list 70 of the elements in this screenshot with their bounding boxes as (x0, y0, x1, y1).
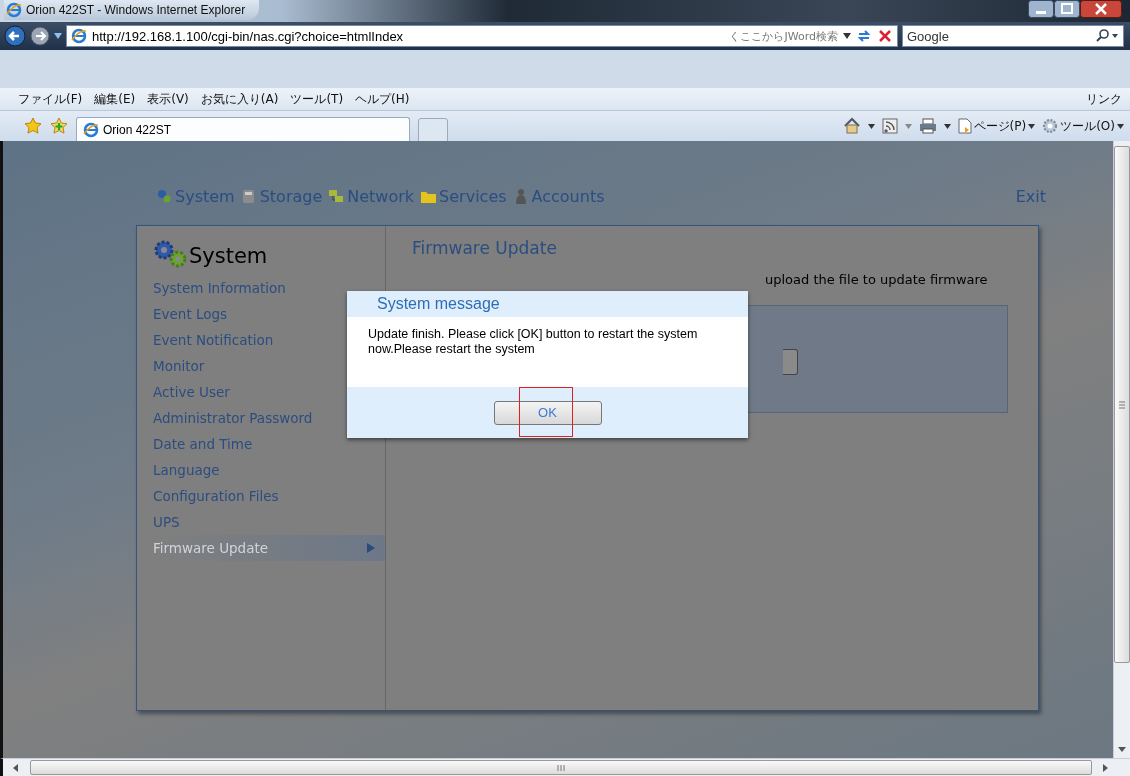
search-provider-text: くここからJWord検索 (729, 28, 838, 44)
exit-link[interactable]: Exit (1015, 186, 1046, 206)
sidebar-item[interactable]: UPS (153, 509, 385, 535)
dropdown-caret-icon[interactable] (54, 33, 62, 39)
feed-icon[interactable] (881, 118, 898, 134)
horizontal-scrollbar[interactable] (0, 758, 1130, 776)
file-input[interactable] (783, 349, 798, 375)
scroll-right-icon (1103, 763, 1108, 772)
page-icon (83, 121, 99, 138)
grip-icon (1119, 400, 1125, 409)
stop-icon[interactable] (877, 28, 893, 44)
grip-icon (556, 764, 565, 771)
dialog-title: System message (347, 291, 748, 317)
sidebar-title: System (189, 244, 268, 268)
close-icon[interactable] (1080, 0, 1122, 18)
window-title: Orion 422ST - Windows Internet Explorer (26, 3, 246, 17)
search-icon[interactable] (1095, 28, 1119, 44)
browser-logo-icon (6, 2, 22, 18)
nav-link[interactable]: Storage (240, 186, 323, 206)
nav-link[interactable]: System (156, 186, 235, 206)
tab-title: Orion 422ST (103, 122, 172, 137)
nav-link[interactable]: Network (328, 186, 415, 206)
page-icon (71, 28, 87, 44)
dropdown-caret-icon[interactable] (867, 123, 875, 129)
menu-item[interactable]: ツール(T) (290, 90, 344, 108)
minimize-icon[interactable] (1028, 0, 1054, 18)
scroll-left-icon (13, 763, 18, 772)
network-icon (328, 188, 345, 204)
menu-item[interactable]: 編集(E) (94, 90, 136, 108)
dialog-message: Update finish. Please click [OK] button to restart the system now.Please restart the system (367, 326, 699, 358)
menu-item[interactable]: 表示(V) (147, 90, 189, 108)
vertical-scrollbar[interactable] (1113, 141, 1130, 758)
star-icon[interactable] (24, 117, 42, 135)
dropdown-caret-icon (1117, 123, 1124, 129)
search-field[interactable]: Google (902, 25, 1124, 47)
page-icon (957, 118, 972, 134)
nav-link[interactable]: Services (420, 186, 507, 206)
sidebar-item[interactable]: Firmware Update (153, 535, 385, 561)
new-tab-button[interactable] (418, 118, 448, 142)
home-icon[interactable] (842, 117, 861, 135)
forward-icon[interactable] (30, 26, 50, 46)
page-menu-button[interactable]: ページ(P) (957, 117, 1036, 135)
ok-button[interactable]: OK (493, 400, 602, 425)
section-heading: Firmware Update (412, 238, 558, 258)
sidebar-item[interactable]: Configuration Files (153, 483, 385, 509)
refresh-icon[interactable] (856, 28, 872, 44)
gears-icon (156, 188, 172, 204)
description-text: upload the file to update firmware (765, 272, 989, 287)
browser-tab[interactable]: Orion 422ST (76, 116, 410, 142)
printer-icon[interactable] (918, 118, 937, 134)
links-button[interactable]: リンク (1086, 90, 1122, 108)
menu-item[interactable]: お気に入り(A) (200, 90, 279, 108)
menu-item[interactable]: ファイル(F) (18, 90, 83, 108)
search-text: Google (907, 28, 949, 44)
url-text: http://192.168.1.100/cgi-bin/nas.cgi?choice=htmlIndex (92, 28, 405, 44)
address-field[interactable]: http://192.168.1.100/cgi-bin/nas.cgi?choice=htmlIndex くここからJWord検索 (66, 25, 898, 47)
back-icon[interactable] (4, 25, 26, 47)
dropdown-caret-icon (1028, 123, 1036, 129)
sidebar-item[interactable]: Language (153, 457, 385, 483)
nav-link[interactable]: Accounts (512, 186, 605, 206)
menu-item[interactable]: ヘルプ(H) (355, 90, 410, 108)
dropdown-caret-icon[interactable] (943, 123, 951, 129)
arrow-right-icon (367, 543, 375, 553)
gears-icon (153, 240, 187, 268)
dropdown-caret-icon[interactable] (843, 33, 851, 39)
gear-icon (1042, 118, 1059, 134)
sidebar-item[interactable]: Date and Time (153, 431, 385, 457)
scroll-down-icon (1118, 747, 1126, 752)
maximize-icon[interactable] (1054, 0, 1080, 18)
tools-menu-button[interactable]: ツール(O) (1042, 117, 1124, 135)
